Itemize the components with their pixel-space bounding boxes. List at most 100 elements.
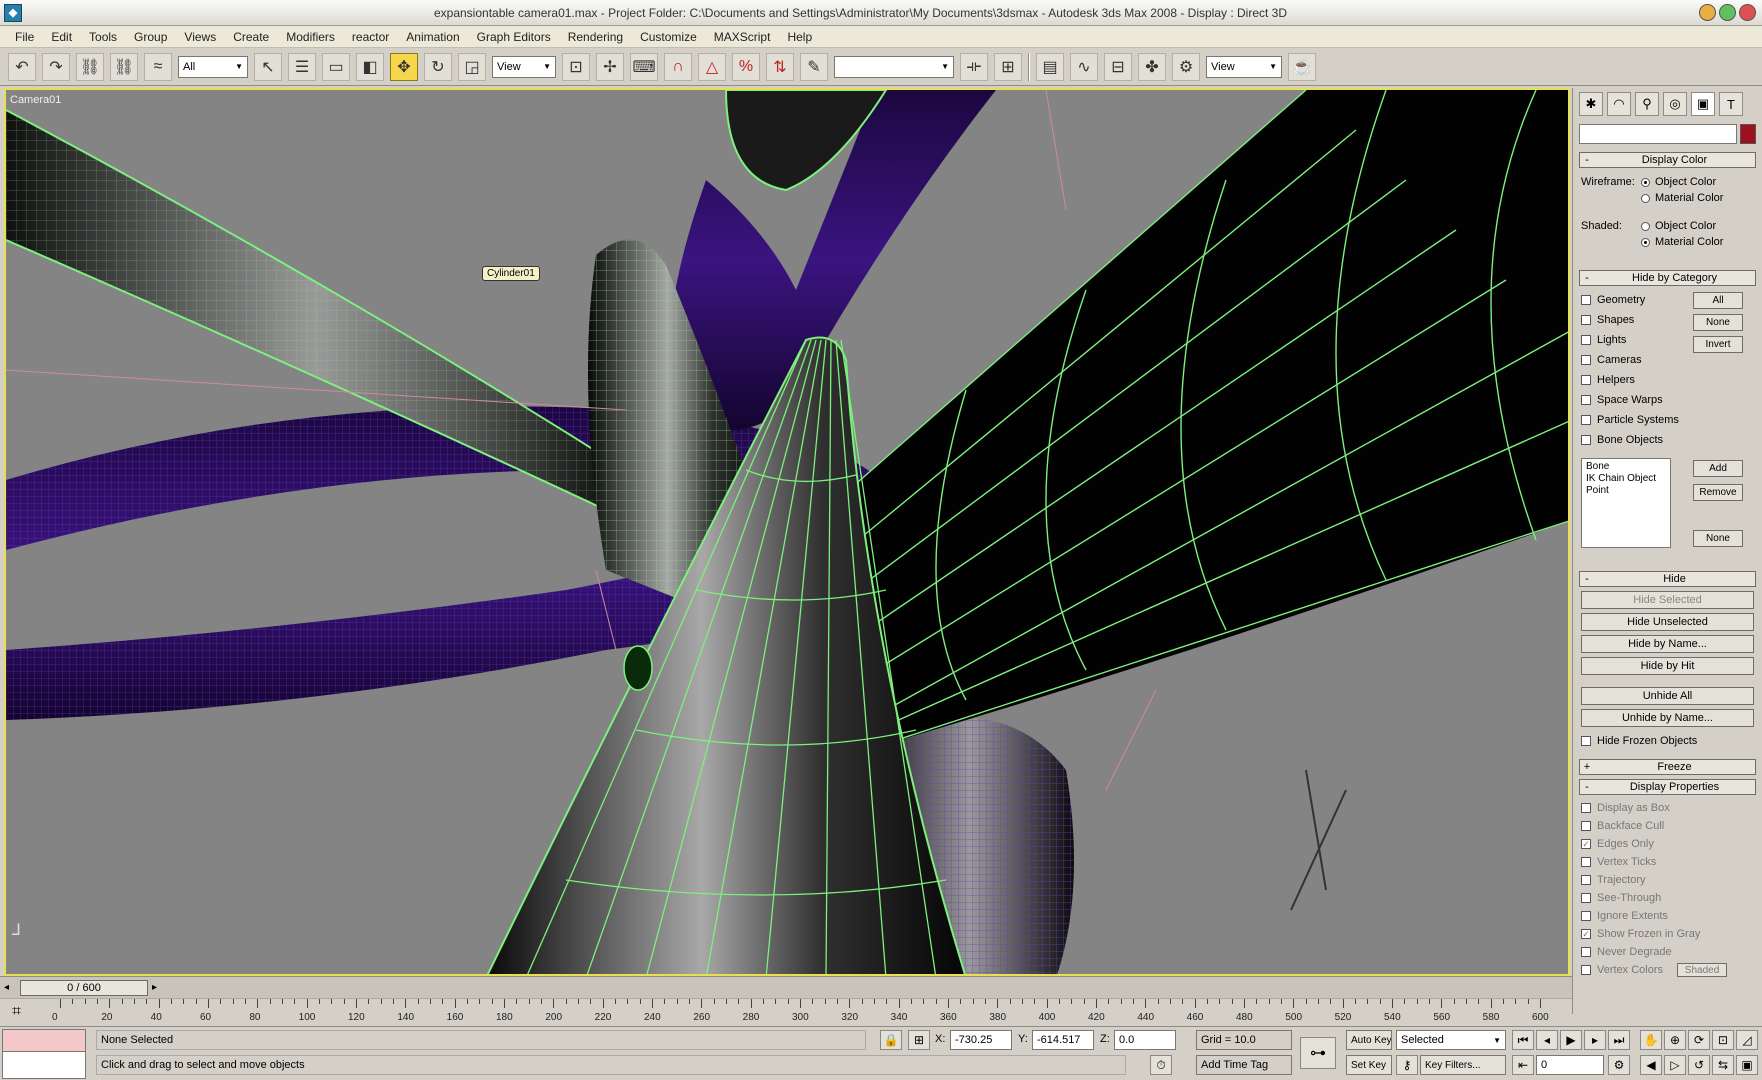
display-icon[interactable]: ▣	[1691, 92, 1715, 116]
menu-tools[interactable]: Tools	[82, 30, 127, 44]
bind-to-space-warp-icon[interactable]: ≈	[144, 52, 172, 81]
create-icon[interactable]: ✱	[1579, 92, 1603, 116]
lock-selection-icon[interactable]: 🔒	[880, 1030, 902, 1050]
add-time-tag-button[interactable]: Add Time Tag	[1196, 1055, 1292, 1075]
trajectory-checkbox[interactable]: Trajectory	[1573, 871, 1762, 889]
camera-viewport[interactable]: Camera01 Cylinder01 ⅃	[4, 88, 1570, 976]
percent-snap-icon[interactable]: %	[732, 52, 760, 81]
rollout-display-color[interactable]: - Display Color	[1579, 152, 1756, 168]
time-slider[interactable]: 0 / 600	[20, 980, 148, 996]
display-as-box-checkbox[interactable]: Display as Box	[1573, 799, 1762, 817]
object-name-input[interactable]	[1579, 124, 1737, 144]
app-icon[interactable]: ◆	[4, 3, 22, 22]
list-item[interactable]: Point	[1586, 485, 1666, 497]
select-and-link-icon[interactable]: ⛓	[76, 52, 104, 81]
z-coordinate-input[interactable]: 0.0	[1114, 1030, 1176, 1050]
hide-selected-button[interactable]: Hide Selected	[1581, 591, 1754, 609]
menu-group[interactable]: Group	[127, 30, 177, 44]
next-frame-icon[interactable]: ▸	[1584, 1030, 1606, 1050]
category-invert-button[interactable]: Invert	[1693, 336, 1743, 353]
category-remove-button[interactable]: Remove	[1693, 484, 1743, 501]
render-view-dropdown[interactable]: View ▼	[1206, 55, 1282, 78]
menu-modifiers[interactable]: Modifiers	[279, 30, 345, 44]
menu-create[interactable]: Create	[226, 30, 279, 44]
reference-coordinate-dropdown[interactable]: View ▼	[492, 55, 556, 78]
category-add-button[interactable]: Add	[1693, 460, 1743, 477]
maximize-viewport-icon[interactable]: ▣	[1736, 1055, 1758, 1075]
category-cameras[interactable]: Cameras	[1573, 350, 1683, 370]
vertex-ticks-checkbox[interactable]: Vertex Ticks	[1573, 853, 1762, 871]
select-and-move-icon[interactable]: ✥	[390, 52, 418, 81]
select-and-manipulate-icon[interactable]: ✢	[596, 52, 624, 81]
time-configuration-icon[interactable]: ⚙	[1608, 1055, 1630, 1075]
hide-frozen-objects-checkbox[interactable]: Hide Frozen Objects	[1573, 731, 1762, 751]
list-item[interactable]: Bone	[1586, 461, 1666, 473]
angle-snap-icon[interactable]: △	[698, 52, 726, 81]
mirror-icon[interactable]: ⟛	[960, 52, 988, 81]
minimize-icon[interactable]	[1699, 4, 1716, 21]
listener-output[interactable]	[3, 1030, 85, 1052]
material-editor-icon[interactable]: ✤	[1138, 52, 1166, 81]
zoom-icon[interactable]: ⊕	[1664, 1030, 1686, 1050]
pivot-center-icon[interactable]: ⊡	[562, 52, 590, 81]
time-tag-icon[interactable]: ⏱	[1150, 1055, 1172, 1075]
category-lights[interactable]: Lights	[1573, 330, 1683, 350]
time-slider-next-icon[interactable]: ▸	[152, 982, 157, 993]
show-frozen-in-gray-checkbox[interactable]: ✓ Show Frozen in Gray	[1573, 925, 1762, 943]
menu-file[interactable]: File	[8, 30, 44, 44]
render-setup-icon[interactable]: ⚙	[1172, 52, 1200, 81]
zoom-extents-icon[interactable]: ⊡	[1712, 1030, 1734, 1050]
select-by-name-icon[interactable]: ☰	[288, 52, 316, 81]
named-selection-dropdown[interactable]: ▼	[834, 55, 954, 78]
see-through-checkbox[interactable]: See-Through	[1573, 889, 1762, 907]
select-object-icon[interactable]: ↖	[254, 52, 282, 81]
key-mode-icon[interactable]: ⚷	[1396, 1055, 1418, 1075]
orbit-icon[interactable]: ⟳	[1688, 1030, 1710, 1050]
play-icon[interactable]: ▶	[1560, 1030, 1582, 1050]
rollout-display-properties[interactable]: - Display Properties	[1579, 779, 1756, 795]
schematic-view-icon[interactable]: ⊟	[1104, 52, 1132, 81]
key-selection-dropdown[interactable]: Selected ▼	[1396, 1030, 1506, 1050]
dolly-icon[interactable]: ◀	[1640, 1055, 1662, 1075]
snaps-toggle-icon[interactable]: ∩	[664, 52, 692, 81]
category-space-warps[interactable]: Space Warps	[1573, 390, 1683, 410]
shaded-button[interactable]: Shaded	[1677, 963, 1728, 977]
category-filter-list[interactable]: Bone IK Chain Object Point	[1581, 458, 1671, 548]
category-list-none-button[interactable]: None	[1693, 530, 1743, 547]
key-mode-toggle-icon[interactable]: ⇤	[1512, 1055, 1534, 1075]
close-icon[interactable]	[1739, 4, 1756, 21]
hide-unselected-button[interactable]: Hide Unselected	[1581, 613, 1754, 631]
align-icon[interactable]: ⊞	[994, 52, 1022, 81]
edges-only-checkbox[interactable]: ✓ Edges Only	[1573, 835, 1762, 853]
menu-edit[interactable]: Edit	[44, 30, 82, 44]
selection-filter-dropdown[interactable]: All ▼	[178, 55, 248, 78]
redo-icon[interactable]: ↷	[42, 52, 70, 81]
hide-by-hit-button[interactable]: Hide by Hit	[1581, 657, 1754, 675]
curve-editor-icon[interactable]: ∿	[1070, 52, 1098, 81]
pan-icon[interactable]: ✋	[1640, 1030, 1662, 1050]
shaded-object-color-radio[interactable]: Object Color	[1641, 218, 1716, 234]
rollout-freeze[interactable]: + Freeze	[1579, 759, 1756, 775]
auto-key-button[interactable]: Auto Key	[1346, 1030, 1392, 1050]
shaded-material-color-radio[interactable]: Material Color	[1641, 234, 1723, 250]
list-item[interactable]: IK Chain Object	[1586, 473, 1666, 485]
window-crossing-icon[interactable]: ◧	[356, 52, 384, 81]
object-color-swatch[interactable]	[1740, 124, 1756, 144]
go-to-start-icon[interactable]: ⏮	[1512, 1030, 1534, 1050]
menu-animation[interactable]: Animation	[399, 30, 469, 44]
rollout-hide-by-category[interactable]: - Hide by Category	[1579, 270, 1756, 286]
category-shapes[interactable]: Shapes	[1573, 310, 1683, 330]
menu-customize[interactable]: Customize	[633, 30, 707, 44]
backface-cull-checkbox[interactable]: Backface Cull	[1573, 817, 1762, 835]
menu-views[interactable]: Views	[177, 30, 226, 44]
perspective-icon[interactable]: ▷	[1664, 1055, 1686, 1075]
quick-render-icon[interactable]: ☕	[1288, 52, 1316, 81]
set-key-icon[interactable]: ⊶	[1300, 1037, 1336, 1069]
key-filters-button[interactable]: Key Filters...	[1420, 1055, 1506, 1075]
unlink-icon[interactable]: ⛓	[110, 52, 138, 81]
maximize-icon[interactable]	[1719, 4, 1736, 21]
vertex-colors-checkbox[interactable]: Vertex Colors Shaded	[1573, 961, 1762, 979]
menu-maxscript[interactable]: MAXScript	[707, 30, 781, 44]
y-coordinate-input[interactable]: -614.517	[1032, 1030, 1094, 1050]
category-particle-systems[interactable]: Particle Systems	[1573, 410, 1683, 430]
